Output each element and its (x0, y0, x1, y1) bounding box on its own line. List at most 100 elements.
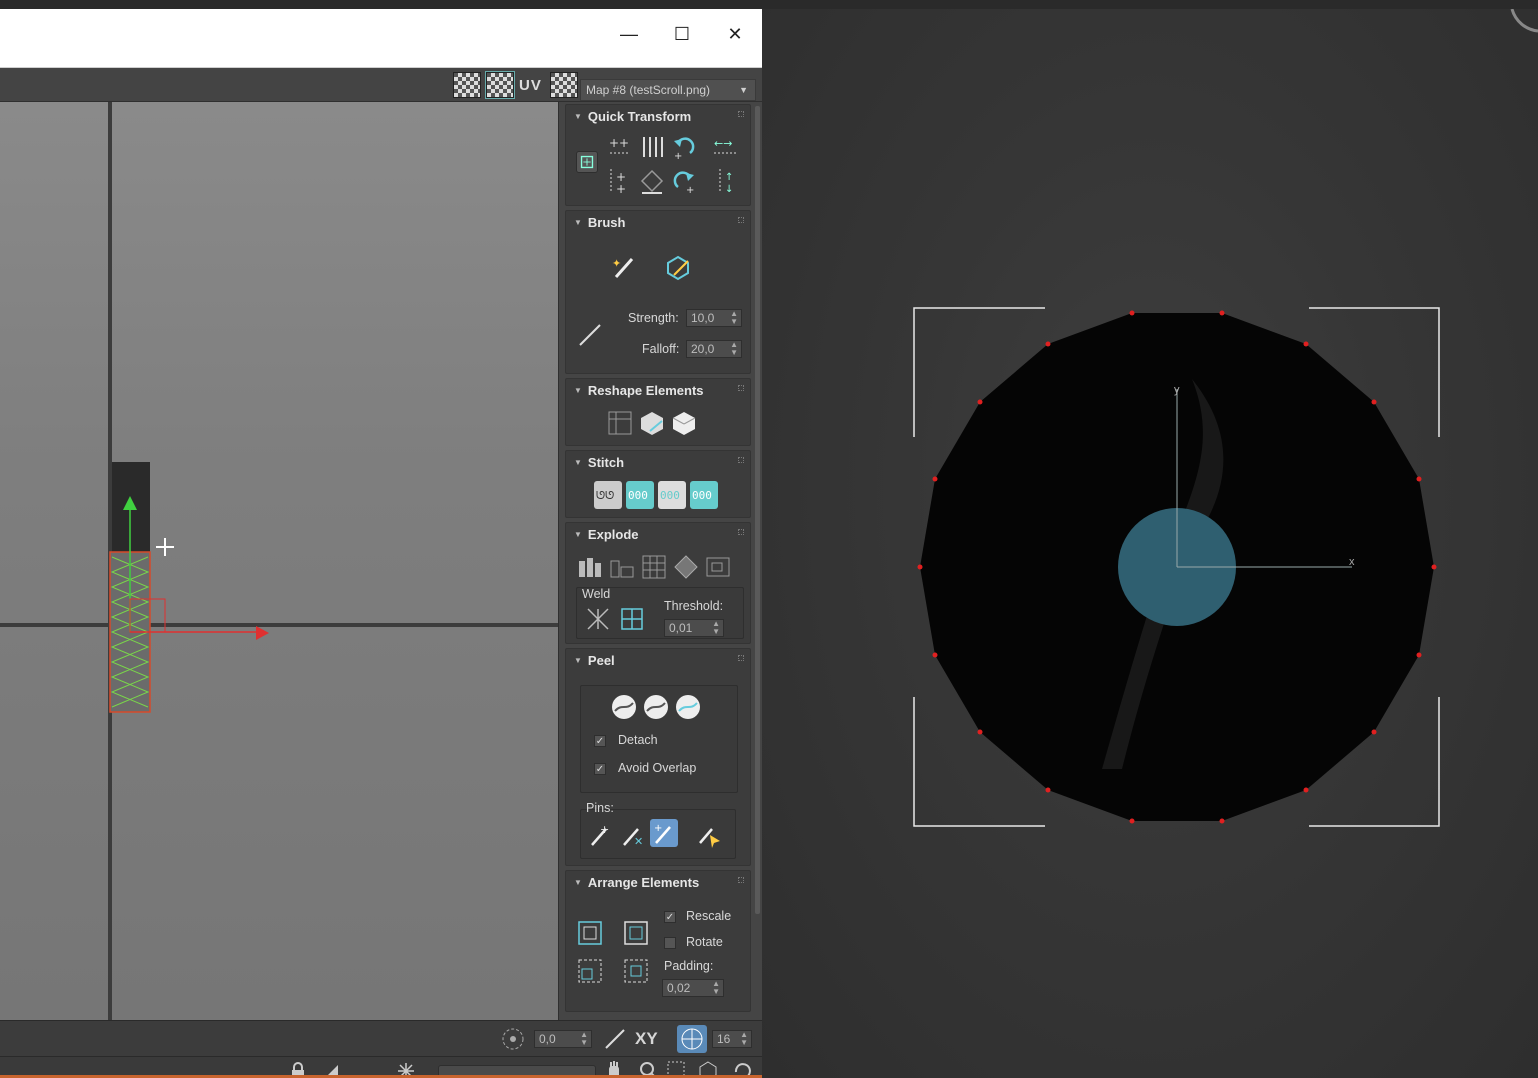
grip-icon[interactable] (738, 217, 744, 223)
angle-snap-icon[interactable] (500, 1026, 526, 1052)
falloff-label: Falloff: (642, 342, 680, 356)
avoid-overlap-checkbox[interactable]: ✓ (594, 763, 606, 775)
uv-edit-canvas[interactable] (0, 102, 558, 1020)
strength-spinner[interactable]: 10,0 ▲ ▼ (686, 309, 742, 327)
threshold-spinner[interactable]: 0,01 ▲ ▼ (664, 619, 724, 637)
perspective-viewport[interactable]: y x (762, 9, 1538, 1078)
rollout-reshape-elements: ▼ Reshape Elements (565, 378, 751, 446)
stitch-average-icon[interactable]: 000 (658, 481, 686, 509)
spinner-arrows-icon[interactable]: ▲ ▼ (580, 1031, 588, 1047)
explode-by-smoothing-icon[interactable] (608, 553, 636, 581)
brush-relax-icon[interactable] (664, 253, 692, 281)
break-icon[interactable] (576, 553, 604, 581)
padding-spinner[interactable]: 0,02 ▲ ▼ (662, 979, 724, 997)
app-root: y x — ☐ ✕ UV Map #8 (testScroll.png) ▼ ▼… (0, 0, 1538, 1078)
spinner-arrows-icon[interactable]: ▲ ▼ (730, 310, 738, 326)
viewport-scene: y x (913, 9, 1538, 827)
svg-text:++: ++ (609, 136, 629, 150)
grip-icon[interactable] (738, 457, 744, 463)
align-horizontal-icon[interactable]: ++ (606, 133, 634, 161)
explode-title: Explode (587, 527, 639, 542)
pack-normalize-icon[interactable] (576, 919, 604, 947)
brush-paint-icon[interactable]: ✦ (610, 253, 638, 281)
spinner-arrows-icon[interactable]: ▲ ▼ (712, 620, 720, 636)
pack-together-icon[interactable] (622, 919, 650, 947)
checker-pattern-icon[interactable] (453, 72, 481, 98)
flip-horizontal-icon[interactable]: ←→ (712, 133, 740, 161)
constraint-line-icon[interactable] (602, 1026, 628, 1052)
rollout-arrange-elements: ▼ Arrange Elements ✓ Rescale Rotate Paddi… (565, 870, 751, 1012)
falloff-spinner[interactable]: 20,0 ▲ ▼ (686, 340, 742, 358)
spinner-arrows-icon[interactable]: ▲ ▼ (740, 1031, 748, 1047)
texture-map-dropdown[interactable]: Map #8 (testScroll.png) ▼ (580, 79, 756, 101)
stitch-to-target-icon[interactable]: 000 (626, 481, 654, 509)
angle-spinner[interactable]: 0,0 ▲ ▼ (534, 1030, 592, 1048)
pack-custom-icon[interactable] (622, 957, 650, 985)
flatten-by-polygon-angle-icon[interactable] (672, 553, 700, 581)
spinner-arrows-icon[interactable]: ▲ ▼ (730, 341, 738, 357)
reset-peel-icon[interactable] (674, 693, 702, 721)
svg-text:000: 000 (692, 489, 712, 502)
strength-label: Strength: (628, 311, 679, 325)
rollout-explode-header[interactable]: ▼ Explode (574, 527, 639, 542)
explode-by-material-icon[interactable] (640, 553, 668, 581)
rescale-checkbox[interactable]: ✓ (664, 911, 676, 923)
rescale-elements-icon[interactable] (576, 957, 604, 985)
weld-selected-icon[interactable] (584, 605, 612, 633)
maximize-button[interactable]: ☐ (667, 19, 697, 49)
flatten-by-smoothing-icon[interactable] (704, 553, 732, 581)
brush-title: Brush (587, 215, 626, 230)
minimize-button[interactable]: — (614, 19, 644, 49)
close-button[interactable]: ✕ (720, 19, 750, 49)
space-horizontal-icon[interactable] (638, 133, 666, 161)
arrange-elements-title: Arrange Elements (587, 875, 700, 890)
rollout-arrange-header[interactable]: ▼ Arrange Elements (574, 875, 699, 890)
svg-text:↓: ↓ (725, 184, 733, 195)
rollout-brush-header[interactable]: ▼ Brush (574, 215, 625, 230)
falloff-curve-icon[interactable] (576, 321, 604, 349)
xy-coordinate-toggle[interactable]: XY (635, 1029, 658, 1049)
panel-scrollbar[interactable] (755, 106, 760, 914)
align-vertical-icon[interactable]: + + (606, 167, 634, 195)
svg-text:+: + (674, 151, 682, 161)
spinner-arrows-icon[interactable]: ▲ ▼ (712, 980, 720, 996)
relax-elements-icon[interactable] (638, 409, 666, 437)
checker-map-icon[interactable] (485, 71, 515, 99)
texture-map-dropdown-value: Map #8 (testScroll.png) (586, 83, 711, 97)
rollout-reshape-header[interactable]: ▼ Reshape Elements (574, 383, 704, 398)
rollout-peel-header[interactable]: ▼ Peel (574, 653, 615, 668)
space-vertical-icon[interactable] (638, 167, 666, 195)
uv-tools-panel: ▼ Quick Transform ++ + ←→ + + + ↑ ↓ ▼ Brush … (558, 102, 762, 1020)
rollout-quick-transform-header[interactable]: ▼ Quick Transform (574, 109, 691, 124)
uv-channel-button[interactable]: UV (519, 77, 542, 94)
grip-icon[interactable] (738, 111, 744, 117)
pin-remove-icon[interactable]: ✕ (618, 821, 646, 849)
rotate-checkbox[interactable] (664, 937, 676, 949)
svg-text:+: + (600, 823, 609, 836)
stitch-custom-icon[interactable]: ᘎᘎ (594, 481, 622, 509)
move-cursor-icon (156, 538, 174, 556)
display-settings-icon[interactable] (550, 72, 578, 98)
quick-peel-icon[interactable] (610, 693, 638, 721)
peel-mode-icon[interactable] (642, 693, 670, 721)
stitch-to-source-icon[interactable]: 000 (690, 481, 718, 509)
rollout-stitch-header[interactable]: ▼ Stitch (574, 455, 624, 470)
rotate-cw-icon[interactable]: + (670, 167, 698, 195)
grip-icon[interactable] (738, 655, 744, 661)
straighten-selection-icon[interactable] (606, 409, 634, 437)
pin-add-icon[interactable]: + (586, 821, 614, 849)
relax-tool-icon[interactable] (670, 409, 698, 437)
grip-icon[interactable] (738, 385, 744, 391)
grid-size-value: 16 (717, 1032, 731, 1046)
flip-vertical-icon[interactable]: ↑ ↓ (712, 167, 740, 195)
grid-snap-icon[interactable] (677, 1025, 707, 1053)
rotate-ccw-icon[interactable]: + (670, 133, 698, 161)
weld-target-icon[interactable] (618, 605, 646, 633)
pivot-align-icon[interactable] (576, 151, 598, 173)
detach-checkbox[interactable]: ✓ (594, 735, 606, 747)
select-pins-icon[interactable] (694, 821, 722, 849)
grip-icon[interactable] (738, 877, 744, 883)
grid-size-spinner[interactable]: 16 ▲ ▼ (712, 1030, 752, 1048)
auto-pin-icon[interactable]: + (650, 819, 678, 847)
grip-icon[interactable] (738, 529, 744, 535)
